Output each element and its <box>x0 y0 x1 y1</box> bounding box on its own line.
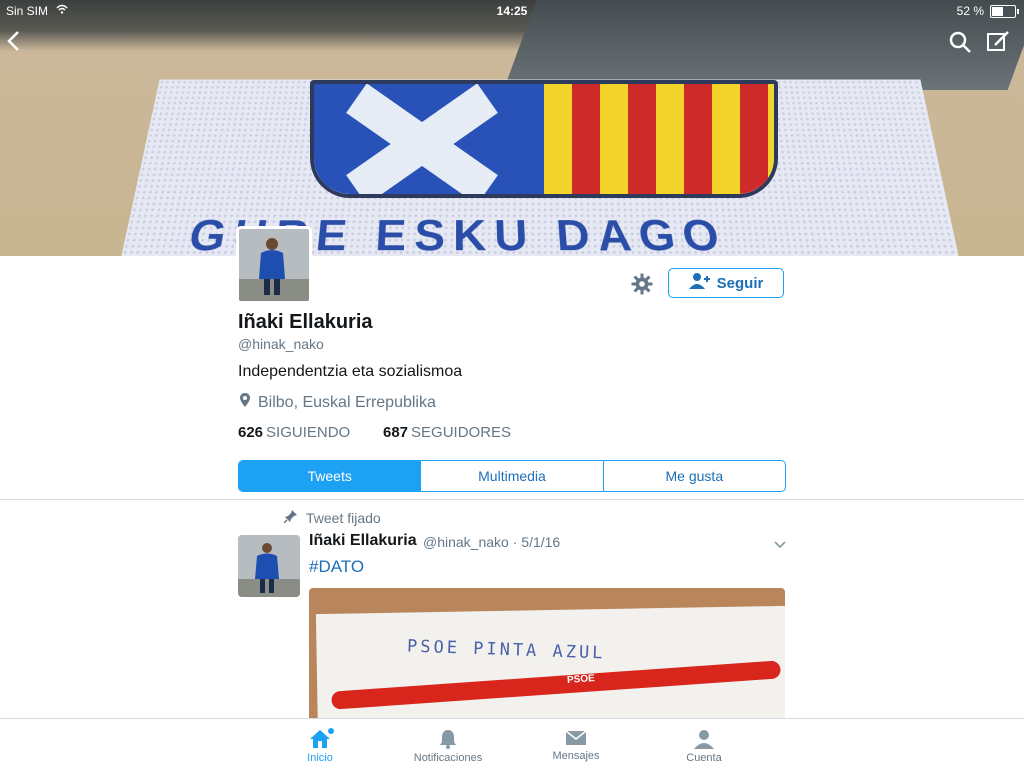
pinned-text: Tweet fijado <box>306 509 381 526</box>
followers-stat[interactable]: 687 SEGUIDORES <box>383 424 511 441</box>
pinned-label: Tweet fijado <box>283 509 381 526</box>
tweet-avatar[interactable] <box>238 535 300 597</box>
nav-home[interactable]: Inicio <box>265 723 375 764</box>
banner-flag <box>310 80 778 198</box>
tweet-date: 5/1/16 <box>521 534 561 550</box>
back-icon[interactable] <box>6 30 22 57</box>
clock: 14:25 <box>496 4 528 18</box>
follow-button[interactable]: Seguir <box>668 268 784 298</box>
tweet-author[interactable]: Iñaki Ellakuria <box>309 532 417 550</box>
unread-dot <box>328 728 334 734</box>
tab-tweets[interactable]: Tweets <box>239 461 421 491</box>
profile-stats: 626 SIGUIENDO 687 SEGUIDORES <box>238 424 511 441</box>
media-pen-label: PSOE <box>566 673 596 686</box>
nav-notifications-label: Notificaciones <box>413 752 483 764</box>
profile-name: Iñaki Ellakuria <box>238 311 373 333</box>
bottom-tab-bar: Inicio Notificaciones Mensajes Cuenta <box>0 718 1024 768</box>
status-bar: Sin SIM 14:25 52 % <box>0 0 1024 22</box>
location-pin-icon <box>240 393 250 412</box>
profile-bio: Independentzia eta sozialismoa <box>238 363 463 380</box>
nav-notifications[interactable]: Notificaciones <box>393 723 503 764</box>
follow-button-label: Seguir <box>716 274 764 292</box>
divider <box>0 499 1024 500</box>
tweet-handle: @hinak_nako <box>423 534 509 550</box>
battery-percent: 52 % <box>956 4 984 18</box>
chevron-down-icon[interactable] <box>772 537 788 555</box>
nav-account[interactable]: Cuenta <box>649 723 759 764</box>
bell-icon <box>393 729 503 749</box>
nav-account-label: Cuenta <box>686 752 722 764</box>
tweet-meta: @hinak_nako · 5/1/16 <box>423 534 560 550</box>
person-icon <box>649 729 759 749</box>
profile-avatar[interactable] <box>236 226 312 304</box>
tweet-media[interactable]: PSOE PINTA AZUL PSOE <box>309 588 785 728</box>
tab-likes[interactable]: Me gusta <box>602 461 785 491</box>
profile-handle: @hinak_nako <box>238 336 324 352</box>
search-icon[interactable] <box>948 30 972 59</box>
compose-icon[interactable] <box>986 30 1010 59</box>
tweet-hashtag[interactable]: #DATO <box>309 557 364 577</box>
nav-home-label: Inicio <box>307 752 333 764</box>
nav-messages[interactable]: Mensajes <box>521 723 631 762</box>
gear-icon[interactable] <box>630 272 654 301</box>
location-text: Bilbo, Euskal Errepublika <box>258 393 436 411</box>
profile-location: Bilbo, Euskal Errepublika <box>240 393 436 412</box>
following-stat[interactable]: 626 SIGUIENDO <box>238 424 350 441</box>
tab-multimedia[interactable]: Multimedia <box>420 461 602 491</box>
nav-messages-label: Mensajes <box>552 750 600 762</box>
envelope-icon <box>521 729 631 747</box>
battery-icon <box>990 5 1019 18</box>
add-user-icon <box>688 272 711 294</box>
tweet-separator: · <box>512 534 518 550</box>
profile-tabs: Tweets Multimedia Me gusta <box>238 460 786 492</box>
pin-icon <box>283 509 298 526</box>
home-icon <box>265 729 375 749</box>
profile-banner[interactable]: GURE ESKU DAGO <box>0 0 1024 256</box>
